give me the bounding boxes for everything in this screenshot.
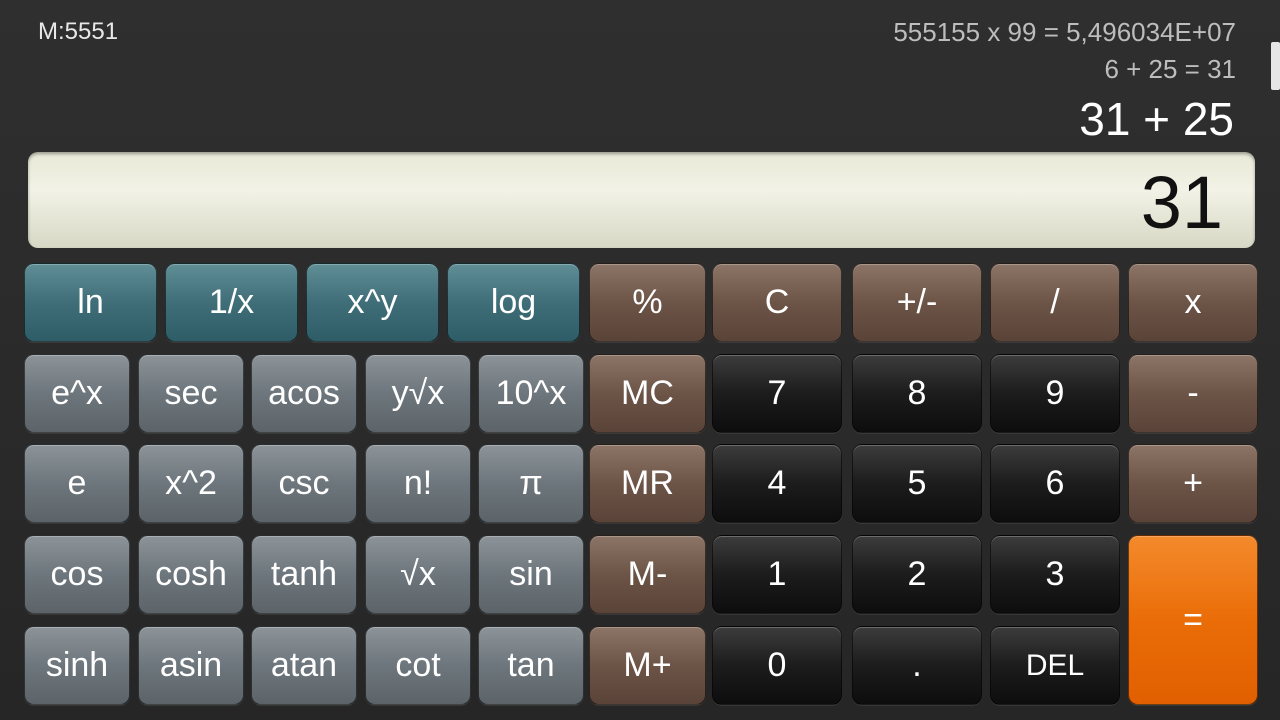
- digit-6-button[interactable]: 6: [990, 444, 1120, 523]
- memory-subtract-button[interactable]: M-: [589, 535, 706, 614]
- decimal-point-button[interactable]: .: [852, 626, 982, 705]
- history-scrollbar[interactable]: [1271, 42, 1280, 90]
- clear-button[interactable]: C: [712, 263, 842, 342]
- sec-button[interactable]: sec: [138, 354, 244, 433]
- nth-root-button[interactable]: y√x: [365, 354, 471, 433]
- history-line: 6 + 25 = 31: [1104, 54, 1236, 84]
- cos-button[interactable]: cos: [24, 535, 130, 614]
- sin-button[interactable]: sin: [478, 535, 584, 614]
- sqrt-button[interactable]: √x: [365, 535, 471, 614]
- ln-button[interactable]: ln: [24, 263, 157, 342]
- percent-button[interactable]: %: [589, 263, 706, 342]
- digit-0-button[interactable]: 0: [712, 626, 842, 705]
- history-line: 555155 x 99 = 5,496034E+07: [893, 17, 1236, 47]
- memory-recall-button[interactable]: MR: [589, 444, 706, 523]
- memory-add-button[interactable]: M+: [589, 626, 706, 705]
- cosh-button[interactable]: cosh: [138, 535, 244, 614]
- divide-button[interactable]: /: [990, 263, 1120, 342]
- power-button[interactable]: x^y: [306, 263, 439, 342]
- memory-indicator: M:5551: [38, 18, 119, 45]
- asin-button[interactable]: asin: [138, 626, 244, 705]
- memory-clear-button[interactable]: MC: [589, 354, 706, 433]
- history-list: 555155 x 99 = 5,496034E+07 6 + 25 = 31: [893, 14, 1236, 88]
- plus-minus-button[interactable]: +/-: [852, 263, 982, 342]
- euler-button[interactable]: e: [24, 444, 130, 523]
- digit-5-button[interactable]: 5: [852, 444, 982, 523]
- log-button[interactable]: log: [447, 263, 580, 342]
- tan-button[interactable]: tan: [478, 626, 584, 705]
- pi-button[interactable]: π: [478, 444, 584, 523]
- digit-9-button[interactable]: 9: [990, 354, 1120, 433]
- factorial-button[interactable]: n!: [365, 444, 471, 523]
- atan-button[interactable]: atan: [251, 626, 357, 705]
- digit-4-button[interactable]: 4: [712, 444, 842, 523]
- digit-1-button[interactable]: 1: [712, 535, 842, 614]
- csc-button[interactable]: csc: [251, 444, 357, 523]
- digit-2-button[interactable]: 2: [852, 535, 982, 614]
- multiply-button[interactable]: x: [1128, 263, 1258, 342]
- equals-button[interactable]: =: [1128, 535, 1258, 705]
- tanh-button[interactable]: tanh: [251, 535, 357, 614]
- result-value: 31: [1140, 161, 1223, 244]
- delete-button[interactable]: DEL: [990, 626, 1120, 705]
- digit-7-button[interactable]: 7: [712, 354, 842, 433]
- reciprocal-button[interactable]: 1/x: [165, 263, 298, 342]
- digit-3-button[interactable]: 3: [990, 535, 1120, 614]
- result-display: 31: [28, 152, 1255, 248]
- digit-8-button[interactable]: 8: [852, 354, 982, 433]
- cot-button[interactable]: cot: [365, 626, 471, 705]
- subtract-button[interactable]: -: [1128, 354, 1258, 433]
- current-expression: 31 + 25: [1079, 93, 1234, 145]
- square-button[interactable]: x^2: [138, 444, 244, 523]
- exp-button[interactable]: e^x: [24, 354, 130, 433]
- sinh-button[interactable]: sinh: [24, 626, 130, 705]
- ten-power-button[interactable]: 10^x: [478, 354, 584, 433]
- acos-button[interactable]: acos: [251, 354, 357, 433]
- add-button[interactable]: +: [1128, 444, 1258, 523]
